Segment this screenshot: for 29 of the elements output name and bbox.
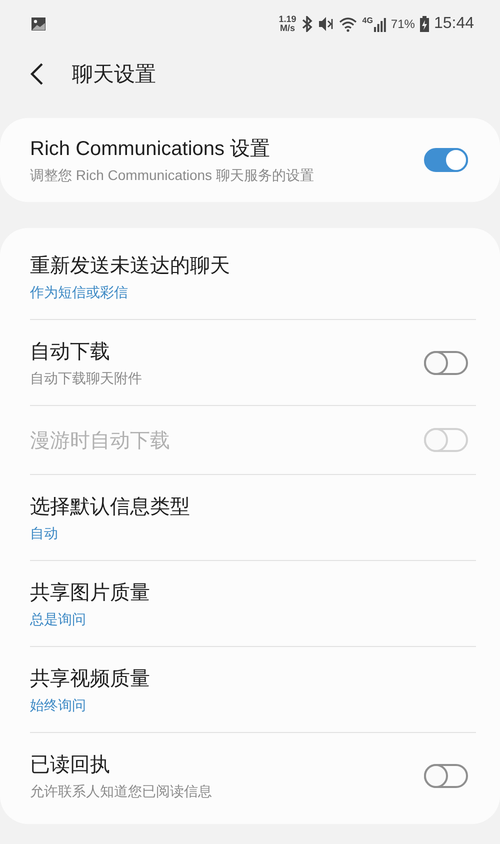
toggle-switch[interactable] xyxy=(424,350,468,374)
network-type: 4G xyxy=(362,16,373,25)
toggle-switch[interactable] xyxy=(424,148,468,172)
setting-value: 自动 xyxy=(30,524,58,542)
setting-title: 共享图片质量 xyxy=(30,580,150,606)
setting-value: 总是询问 xyxy=(30,610,86,628)
setting-title: 共享视频质量 xyxy=(30,666,150,692)
toggle-switch[interactable] xyxy=(424,764,468,788)
page-title: 聊天设置 xyxy=(72,62,156,88)
setting-title: Rich Communications 设置 xyxy=(30,137,270,162)
setting-title: 重新发送未送达的聊天 xyxy=(30,254,230,278)
setting-description: 调整您 Rich Communications 聊天服务的设置 xyxy=(30,167,314,185)
setting-description: 自动下载聊天附件 xyxy=(30,370,142,388)
setting-value: 始终询问 xyxy=(30,696,86,714)
mute-icon xyxy=(318,16,334,32)
setting-value: 作为短信或彩信 xyxy=(30,284,128,302)
setting-title: 已读回执 xyxy=(30,752,110,778)
setting-title: 漫游时自动下载 xyxy=(30,428,170,454)
network-speed: 1.19 M/s xyxy=(278,15,296,33)
setting-title: 选择默认信息类型 xyxy=(30,494,190,520)
signal-icon xyxy=(374,16,386,32)
bluetooth-icon xyxy=(301,16,314,32)
setting-title: 自动下载 xyxy=(30,340,110,364)
battery-charging-icon xyxy=(420,16,429,32)
wifi-icon xyxy=(339,16,358,32)
image-icon xyxy=(31,17,46,31)
clock: 15:44 xyxy=(434,15,474,33)
battery-percent: 71% xyxy=(390,17,415,31)
setting-description: 允许联系人知道您已阅读信息 xyxy=(30,782,212,800)
